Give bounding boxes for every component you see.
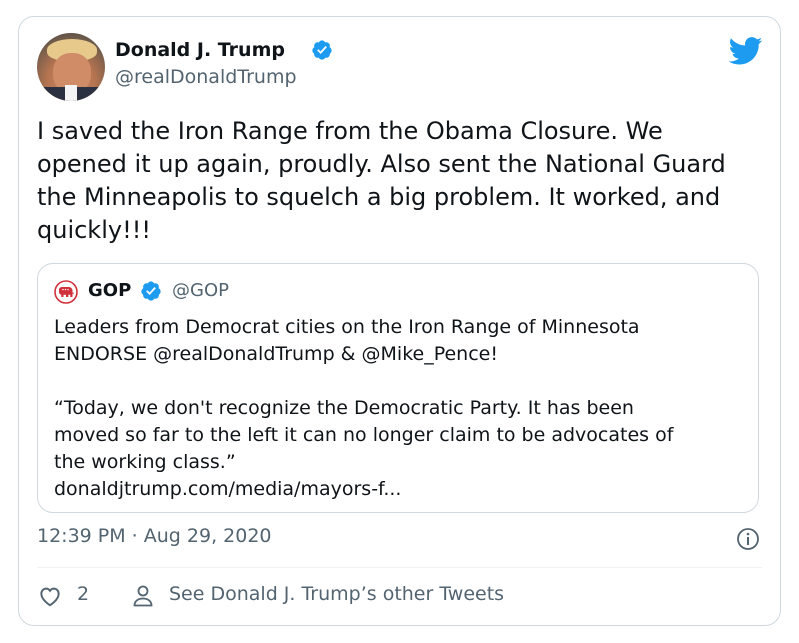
info-icon[interactable] bbox=[736, 527, 760, 551]
author-handle[interactable]: @realDonaldTrump bbox=[115, 66, 297, 88]
like-count[interactable]: 2 bbox=[77, 583, 89, 605]
quote-text-line: “Today, we don't recognize the Democrati… bbox=[54, 397, 634, 419]
author-avatar[interactable] bbox=[37, 33, 105, 101]
verified-badge-icon bbox=[312, 40, 332, 60]
tweet-card: Donald J. Trump @realDonaldTrump I saved… bbox=[18, 16, 781, 626]
quote-link[interactable]: donaldjtrump.com/media/mayors-f... bbox=[54, 476, 744, 503]
person-icon[interactable] bbox=[131, 583, 155, 609]
quote-author-handle[interactable]: @GOP bbox=[172, 280, 229, 301]
see-other-tweets-link[interactable]: See Donald J. Trump’s other Tweets bbox=[169, 583, 504, 605]
quote-text-line: ENDORSE @realDonaldTrump & @Mike_Pence! bbox=[54, 343, 498, 365]
tweet-timestamp[interactable]: 12:39 PM · Aug 29, 2020 bbox=[37, 525, 272, 547]
divider bbox=[37, 567, 762, 568]
quote-text-line: the working class.” bbox=[54, 451, 236, 473]
heart-icon[interactable] bbox=[37, 583, 63, 609]
quote-text: Leaders from Democrat cities on the Iron… bbox=[54, 314, 744, 503]
twitter-bird-icon[interactable] bbox=[729, 37, 763, 65]
quote-author-name[interactable]: GOP bbox=[88, 280, 131, 301]
verified-badge-icon bbox=[141, 281, 161, 301]
quoted-tweet[interactable]: GOP @GOP Leaders from Democrat cities on… bbox=[37, 263, 759, 513]
tweet-text: I saved the Iron Range from the Obama Cl… bbox=[37, 117, 726, 244]
author-name[interactable]: Donald J. Trump bbox=[115, 39, 285, 61]
quote-text-line: moved so far to the left it can no longe… bbox=[54, 424, 674, 446]
gop-elephant-icon bbox=[54, 280, 78, 304]
quote-text-line: Leaders from Democrat cities on the Iron… bbox=[54, 316, 640, 338]
